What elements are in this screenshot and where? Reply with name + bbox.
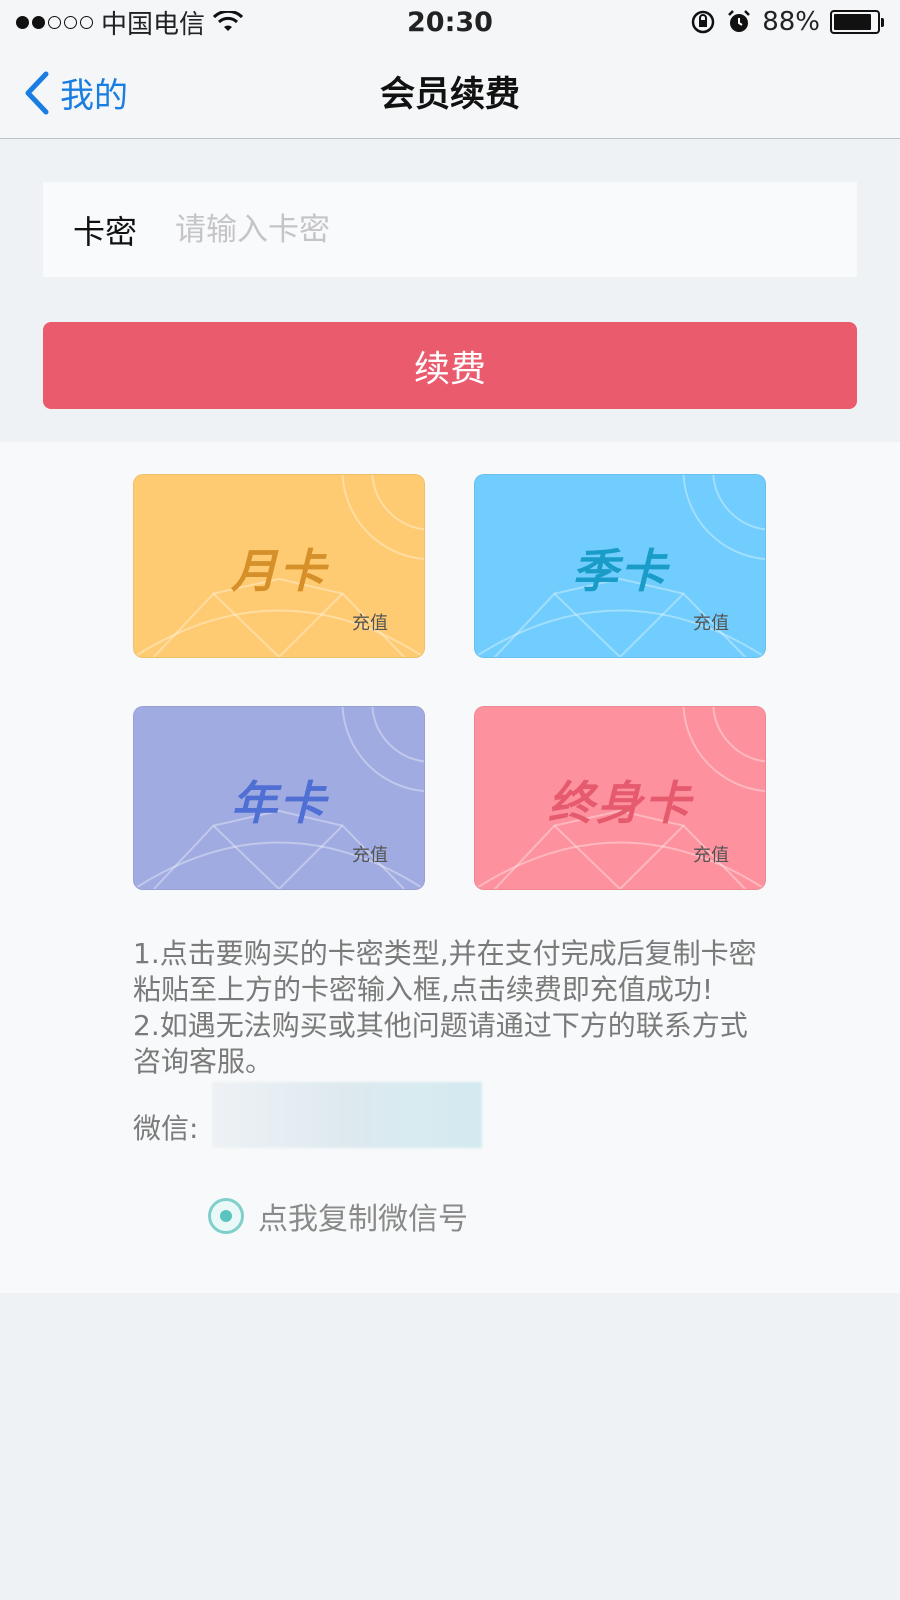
instruction-line-1: 1.点击要购买的卡密类型,并在支付完成后复制卡密粘贴至上方的卡密输入框,点击续费… [133, 937, 757, 1006]
card-key-label: 卡密 [73, 212, 138, 251]
card-title: 年卡 [231, 776, 327, 830]
card-recharge-label: 充值 [693, 613, 729, 634]
card-title: 季卡 [572, 544, 668, 598]
status-right: 88% [690, 7, 884, 37]
renew-form: 卡密 续费 [0, 140, 900, 442]
lifetime-card[interactable]: 终身卡 充值 [474, 706, 766, 890]
card-title: 月卡 [231, 544, 327, 598]
page-title: 会员续费 [379, 75, 520, 115]
wechat-label: 微信: [133, 1112, 199, 1145]
signal-strength-icon [16, 15, 93, 29]
copy-wechat-button[interactable]: 点我复制微信号 [208, 1194, 468, 1238]
radio-icon [208, 1198, 244, 1234]
card-key-row: 卡密 [43, 182, 857, 277]
yearly-card[interactable]: 年卡 充值 [133, 706, 425, 890]
alarm-icon [728, 10, 751, 32]
wechat-contact: 微信: [133, 1082, 483, 1148]
wechat-id-redacted [212, 1082, 483, 1148]
card-title: 终身卡 [548, 776, 692, 830]
card-recharge-label: 充值 [352, 613, 388, 634]
card-recharge-label: 充值 [352, 845, 388, 866]
card-key-input[interactable] [175, 211, 857, 248]
battery-percent: 88% [762, 7, 820, 37]
copy-wechat-label: 点我复制微信号 [258, 1202, 468, 1237]
status-left: 中国电信 [16, 4, 244, 41]
purchase-panel: 月卡 充值 季卡 充值 年卡 充值 终身卡 充值 1.点击要购买的卡密类型,并在… [0, 442, 900, 1293]
monthly-card[interactable]: 月卡 充值 [133, 474, 425, 658]
instruction-line-2: 2.如遇无法购买或其他问题请通过下方的联系方式咨询客服。 [133, 1009, 748, 1078]
instructions: 1.点击要购买的卡密类型,并在支付完成后复制卡密粘贴至上方的卡密输入框,点击续费… [133, 936, 773, 1080]
rotation-lock-icon [691, 10, 715, 34]
card-recharge-label: 充值 [693, 845, 729, 866]
battery-icon [830, 10, 884, 34]
wifi-icon [213, 11, 244, 31]
quarterly-card[interactable]: 季卡 充值 [474, 474, 766, 658]
navigation-bar: 我的 会员续费 [0, 44, 900, 139]
carrier-name: 中国电信 [101, 9, 206, 40]
status-bar: 中国电信 20:30 88% [0, 0, 900, 44]
renew-button[interactable]: 续费 [43, 322, 857, 409]
